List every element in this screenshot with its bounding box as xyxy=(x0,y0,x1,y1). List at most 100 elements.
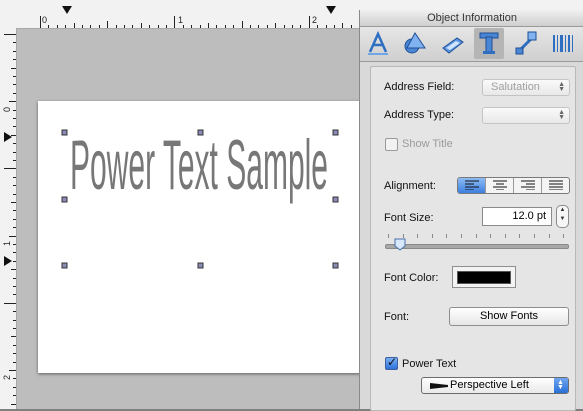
show-fonts-button[interactable]: Show Fonts xyxy=(449,307,569,326)
panel-title: Object Information xyxy=(360,10,583,27)
font-color-label: Font Color: xyxy=(384,272,439,284)
selection-handle[interactable] xyxy=(197,129,204,136)
ruler-tick xyxy=(11,67,16,69)
selection-handle[interactable] xyxy=(197,262,204,269)
ruler-tick xyxy=(182,25,184,28)
address-field-popup[interactable]: Salutation ▲ ▼ xyxy=(482,79,570,96)
selection-handle[interactable] xyxy=(332,129,339,136)
align-left-button[interactable] xyxy=(458,178,486,193)
ruler-tick xyxy=(13,260,16,262)
ruler-tick xyxy=(300,25,302,28)
image-tool[interactable] xyxy=(437,28,467,59)
ruler-tick xyxy=(13,59,16,61)
slider-tick xyxy=(534,234,535,238)
graphics-tool[interactable] xyxy=(400,28,430,59)
ruler-number-h2: 2 xyxy=(312,15,318,25)
ruler-tick xyxy=(13,193,16,195)
ruler-tick xyxy=(174,16,176,28)
bottom-margin-marker[interactable] xyxy=(4,256,12,266)
selection-handle[interactable] xyxy=(61,129,68,136)
ruler-tick xyxy=(115,25,117,28)
inspector-toolbar xyxy=(360,27,583,62)
slider-tick xyxy=(504,234,506,238)
show-title-checkbox[interactable] xyxy=(385,138,398,151)
ruler-tick xyxy=(13,353,16,355)
ruler-tick xyxy=(250,25,251,28)
slider-tick xyxy=(563,234,565,238)
selection-handle[interactable] xyxy=(61,262,68,269)
right-margin-marker[interactable] xyxy=(326,6,336,14)
selection-handle[interactable] xyxy=(332,262,339,269)
ruler-tick xyxy=(13,143,16,145)
font-size-stepper[interactable]: ▲ ▼ xyxy=(556,205,569,228)
font-size-slider-track[interactable] xyxy=(385,244,569,249)
left-margin-marker[interactable] xyxy=(62,6,72,14)
transform-tool[interactable] xyxy=(511,28,541,59)
font-size-slider-knob[interactable] xyxy=(394,238,406,251)
ruler-tick xyxy=(11,202,16,203)
label-page[interactable]: Power Text Sample xyxy=(38,101,368,373)
align-left-icon xyxy=(465,180,479,190)
ruler-tick xyxy=(208,23,209,28)
font-label: Font: xyxy=(384,311,410,323)
power-text-effect-value: Perspective Left xyxy=(450,379,529,391)
address-type-popup[interactable]: ▲ ▼ xyxy=(482,107,570,124)
ruler-tick xyxy=(13,210,16,212)
align-justify-button[interactable] xyxy=(542,178,569,193)
power-text-label: Power Text xyxy=(402,358,457,370)
ruler-tick xyxy=(13,286,16,287)
ruler-tick xyxy=(13,252,16,254)
graphics-icon xyxy=(404,32,426,54)
ruler-tick xyxy=(13,84,16,86)
top-margin-marker[interactable] xyxy=(4,132,12,142)
address-type-label: Address Type: xyxy=(384,109,455,121)
ruler-tick xyxy=(13,244,16,245)
ruler-tick xyxy=(241,21,243,28)
ruler-number-h0: 0 xyxy=(42,15,48,25)
object-information-panel: Object Information Address Field: Saluta… xyxy=(359,10,583,411)
slider-tick xyxy=(461,234,462,238)
ruler-tick xyxy=(13,160,16,161)
ruler-tick xyxy=(13,361,16,363)
ruler-tick xyxy=(107,21,109,28)
show-title-label: Show Title xyxy=(402,138,453,150)
ruler-tick xyxy=(342,23,344,28)
ruler-tick xyxy=(13,395,16,397)
ruler-tick xyxy=(13,328,16,329)
text-icon xyxy=(479,32,499,54)
ruler-tick xyxy=(292,25,293,28)
ruler-tick xyxy=(132,25,134,28)
ruler-tick xyxy=(216,25,218,28)
ruler-tick xyxy=(13,277,16,279)
align-center-button[interactable] xyxy=(486,178,514,193)
ruler-tick xyxy=(11,269,16,271)
slider-tick xyxy=(490,234,492,238)
ruler-tick xyxy=(13,386,16,388)
canvas-area: Power Text Sample xyxy=(17,29,368,409)
power-text-effect-popup[interactable]: Perspective Left ▲ ▼ xyxy=(421,377,569,394)
ruler-tick xyxy=(13,227,16,229)
align-center-icon xyxy=(493,180,507,190)
selection-handle[interactable] xyxy=(332,196,339,203)
ruler-tick xyxy=(9,101,16,103)
position-size-tool[interactable] xyxy=(363,28,393,59)
font-color-swatch xyxy=(457,271,511,284)
ruler-tick xyxy=(9,235,16,237)
ruler-tick xyxy=(308,16,310,28)
font-color-well[interactable] xyxy=(452,266,516,288)
font-size-field[interactable]: 12.0 pt xyxy=(482,207,552,226)
align-right-button[interactable] xyxy=(514,178,542,193)
ruler-tick xyxy=(13,319,16,321)
power-text-object[interactable]: Power Text Sample xyxy=(38,101,368,373)
ruler-tick xyxy=(98,25,100,28)
ruler-tick xyxy=(11,336,16,338)
power-text-checkbox[interactable] xyxy=(385,355,398,370)
ruler-tick xyxy=(13,151,16,153)
ruler-tick xyxy=(13,126,16,128)
text-tool[interactable] xyxy=(474,28,504,59)
align-right-icon xyxy=(521,180,535,190)
barcode-tool[interactable] xyxy=(548,28,578,59)
ruler-tick xyxy=(325,25,327,28)
selection-handle[interactable] xyxy=(61,196,68,203)
slider-tick xyxy=(475,234,477,238)
